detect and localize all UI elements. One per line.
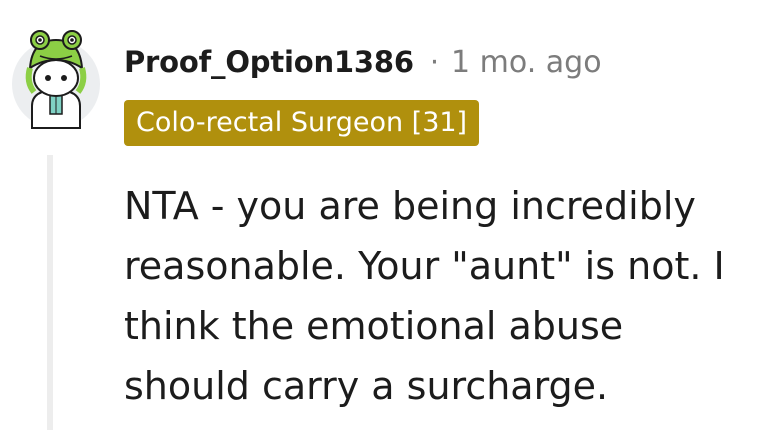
user-flair-badge: Colo-rectal Surgeon [31] (124, 100, 480, 146)
meta-separator: · (429, 45, 440, 79)
thread-collapse-line[interactable] (47, 155, 53, 430)
comment-header: Proof_Option1386 · 1 mo. ago (124, 40, 602, 84)
username-link[interactable]: Proof_Option1386 (124, 45, 414, 79)
timestamp[interactable]: 1 mo. ago (451, 45, 602, 80)
comment-body-line: NTA - you are being incredibly (124, 184, 696, 228)
comment-body-line: think the emotional abuse (124, 304, 624, 348)
comment-body: NTA - you are being incredibly reasonabl… (124, 176, 764, 416)
comment-body-line: should carry a surcharge. (124, 364, 609, 408)
snoo-frog-hat-avatar-icon (12, 30, 100, 129)
avatar[interactable] (10, 20, 102, 132)
comment: Proof_Option1386 · 1 mo. ago Colo-rectal… (0, 0, 775, 430)
comment-body-line: reasonable. Your "aunt" is not. I (124, 244, 725, 288)
